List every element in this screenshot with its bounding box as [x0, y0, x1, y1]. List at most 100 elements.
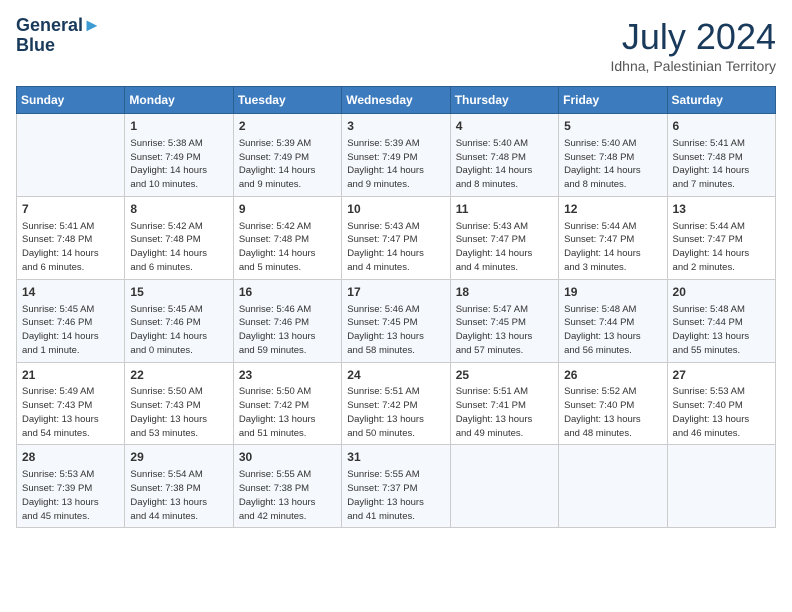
calendar-cell: 4 Sunrise: 5:40 AM Sunset: 7:48 PM Daylig… — [450, 114, 558, 197]
calendar-cell: 16 Sunrise: 5:46 AM Sunset: 7:46 PM Dayli… — [233, 279, 341, 362]
page-header: General►Blue July 2024 Idhna, Palestinia… — [16, 16, 776, 74]
day-content: Sunrise: 5:46 AM Sunset: 7:45 PM Dayligh… — [347, 303, 444, 358]
column-header-sunday: Sunday — [17, 87, 125, 114]
day-number: 5 — [564, 118, 661, 135]
day-number: 23 — [239, 367, 336, 384]
day-content: Sunrise: 5:43 AM Sunset: 7:47 PM Dayligh… — [456, 220, 553, 275]
calendar-week-row: 28 Sunrise: 5:53 AM Sunset: 7:39 PM Dayli… — [17, 445, 776, 528]
calendar-cell — [450, 445, 558, 528]
day-number: 27 — [673, 367, 770, 384]
day-number: 14 — [22, 284, 119, 301]
day-number: 26 — [564, 367, 661, 384]
column-header-saturday: Saturday — [667, 87, 775, 114]
calendar-cell: 28 Sunrise: 5:53 AM Sunset: 7:39 PM Dayli… — [17, 445, 125, 528]
day-number: 8 — [130, 201, 227, 218]
day-number: 16 — [239, 284, 336, 301]
calendar-cell: 24Sunrise: 5:51 AM Sunset: 7:42 PM Dayli… — [342, 362, 450, 445]
column-header-tuesday: Tuesday — [233, 87, 341, 114]
calendar-cell: 7 Sunrise: 5:41 AM Sunset: 7:48 PM Daylig… — [17, 196, 125, 279]
calendar-header-row: SundayMondayTuesdayWednesdayThursdayFrid… — [17, 87, 776, 114]
day-content: Sunrise: 5:49 AM Sunset: 7:43 PM Dayligh… — [22, 385, 119, 440]
calendar-cell: 20Sunrise: 5:48 AM Sunset: 7:44 PM Dayli… — [667, 279, 775, 362]
day-content: Sunrise: 5:42 AM Sunset: 7:48 PM Dayligh… — [239, 220, 336, 275]
day-content: Sunrise: 5:47 AM Sunset: 7:45 PM Dayligh… — [456, 303, 553, 358]
day-content: Sunrise: 5:51 AM Sunset: 7:41 PM Dayligh… — [456, 385, 553, 440]
column-header-wednesday: Wednesday — [342, 87, 450, 114]
day-content: Sunrise: 5:50 AM Sunset: 7:43 PM Dayligh… — [130, 385, 227, 440]
logo: General►Blue — [16, 16, 101, 56]
calendar-cell — [559, 445, 667, 528]
day-number: 1 — [130, 118, 227, 135]
calendar-cell: 14Sunrise: 5:45 AM Sunset: 7:46 PM Dayli… — [17, 279, 125, 362]
day-content: Sunrise: 5:55 AM Sunset: 7:38 PM Dayligh… — [239, 468, 336, 523]
day-content: Sunrise: 5:52 AM Sunset: 7:40 PM Dayligh… — [564, 385, 661, 440]
day-content: Sunrise: 5:39 AM Sunset: 7:49 PM Dayligh… — [347, 137, 444, 192]
day-number: 12 — [564, 201, 661, 218]
day-content: Sunrise: 5:50 AM Sunset: 7:42 PM Dayligh… — [239, 385, 336, 440]
day-number: 10 — [347, 201, 444, 218]
calendar-cell: 3 Sunrise: 5:39 AM Sunset: 7:49 PM Daylig… — [342, 114, 450, 197]
calendar-cell: 13Sunrise: 5:44 AM Sunset: 7:47 PM Dayli… — [667, 196, 775, 279]
day-content: Sunrise: 5:40 AM Sunset: 7:48 PM Dayligh… — [564, 137, 661, 192]
day-content: Sunrise: 5:48 AM Sunset: 7:44 PM Dayligh… — [564, 303, 661, 358]
day-content: Sunrise: 5:54 AM Sunset: 7:38 PM Dayligh… — [130, 468, 227, 523]
calendar-cell: 6 Sunrise: 5:41 AM Sunset: 7:48 PM Daylig… — [667, 114, 775, 197]
day-number: 20 — [673, 284, 770, 301]
calendar-cell: 5 Sunrise: 5:40 AM Sunset: 7:48 PM Daylig… — [559, 114, 667, 197]
calendar-cell: 30 Sunrise: 5:55 AM Sunset: 7:38 PM Dayli… — [233, 445, 341, 528]
calendar-cell: 31Sunrise: 5:55 AM Sunset: 7:37 PM Dayli… — [342, 445, 450, 528]
day-content: Sunrise: 5:41 AM Sunset: 7:48 PM Dayligh… — [22, 220, 119, 275]
day-content: Sunrise: 5:39 AM Sunset: 7:49 PM Dayligh… — [239, 137, 336, 192]
day-number: 7 — [22, 201, 119, 218]
logo-text: General►Blue — [16, 16, 101, 56]
day-number: 28 — [22, 449, 119, 466]
calendar-cell — [667, 445, 775, 528]
day-number: 3 — [347, 118, 444, 135]
calendar-week-row: 7 Sunrise: 5:41 AM Sunset: 7:48 PM Daylig… — [17, 196, 776, 279]
column-header-friday: Friday — [559, 87, 667, 114]
title-block: July 2024 Idhna, Palestinian Territory — [611, 16, 777, 74]
calendar-week-row: 1 Sunrise: 5:38 AM Sunset: 7:49 PM Daylig… — [17, 114, 776, 197]
day-number: 29 — [130, 449, 227, 466]
calendar-cell: 8 Sunrise: 5:42 AM Sunset: 7:48 PM Daylig… — [125, 196, 233, 279]
day-number: 25 — [456, 367, 553, 384]
day-number: 9 — [239, 201, 336, 218]
day-content: Sunrise: 5:42 AM Sunset: 7:48 PM Dayligh… — [130, 220, 227, 275]
calendar-cell: 25Sunrise: 5:51 AM Sunset: 7:41 PM Dayli… — [450, 362, 558, 445]
day-number: 17 — [347, 284, 444, 301]
day-content: Sunrise: 5:53 AM Sunset: 7:39 PM Dayligh… — [22, 468, 119, 523]
calendar-cell: 21Sunrise: 5:49 AM Sunset: 7:43 PM Dayli… — [17, 362, 125, 445]
column-header-thursday: Thursday — [450, 87, 558, 114]
day-number: 6 — [673, 118, 770, 135]
calendar-cell: 2 Sunrise: 5:39 AM Sunset: 7:49 PM Daylig… — [233, 114, 341, 197]
calendar-week-row: 21Sunrise: 5:49 AM Sunset: 7:43 PM Dayli… — [17, 362, 776, 445]
calendar-cell: 19 Sunrise: 5:48 AM Sunset: 7:44 PM Dayli… — [559, 279, 667, 362]
calendar-cell: 12Sunrise: 5:44 AM Sunset: 7:47 PM Dayli… — [559, 196, 667, 279]
calendar-cell: 15Sunrise: 5:45 AM Sunset: 7:46 PM Dayli… — [125, 279, 233, 362]
day-number: 4 — [456, 118, 553, 135]
day-content: Sunrise: 5:41 AM Sunset: 7:48 PM Dayligh… — [673, 137, 770, 192]
day-number: 21 — [22, 367, 119, 384]
day-number: 24 — [347, 367, 444, 384]
day-content: Sunrise: 5:40 AM Sunset: 7:48 PM Dayligh… — [456, 137, 553, 192]
day-number: 30 — [239, 449, 336, 466]
calendar-cell: 22Sunrise: 5:50 AM Sunset: 7:43 PM Dayli… — [125, 362, 233, 445]
calendar-cell: 11Sunrise: 5:43 AM Sunset: 7:47 PM Dayli… — [450, 196, 558, 279]
day-content: Sunrise: 5:43 AM Sunset: 7:47 PM Dayligh… — [347, 220, 444, 275]
day-content: Sunrise: 5:46 AM Sunset: 7:46 PM Dayligh… — [239, 303, 336, 358]
calendar-cell: 9 Sunrise: 5:42 AM Sunset: 7:48 PM Daylig… — [233, 196, 341, 279]
day-number: 2 — [239, 118, 336, 135]
day-content: Sunrise: 5:44 AM Sunset: 7:47 PM Dayligh… — [673, 220, 770, 275]
day-content: Sunrise: 5:38 AM Sunset: 7:49 PM Dayligh… — [130, 137, 227, 192]
calendar-cell: 29 Sunrise: 5:54 AM Sunset: 7:38 PM Dayli… — [125, 445, 233, 528]
day-number: 18 — [456, 284, 553, 301]
calendar-cell: 1 Sunrise: 5:38 AM Sunset: 7:49 PM Daylig… — [125, 114, 233, 197]
day-content: Sunrise: 5:55 AM Sunset: 7:37 PM Dayligh… — [347, 468, 444, 523]
day-number: 22 — [130, 367, 227, 384]
day-number: 19 — [564, 284, 661, 301]
calendar-cell: 26Sunrise: 5:52 AM Sunset: 7:40 PM Dayli… — [559, 362, 667, 445]
day-content: Sunrise: 5:45 AM Sunset: 7:46 PM Dayligh… — [130, 303, 227, 358]
calendar-cell: 23Sunrise: 5:50 AM Sunset: 7:42 PM Dayli… — [233, 362, 341, 445]
calendar-cell — [17, 114, 125, 197]
calendar-cell: 27Sunrise: 5:53 AM Sunset: 7:40 PM Dayli… — [667, 362, 775, 445]
